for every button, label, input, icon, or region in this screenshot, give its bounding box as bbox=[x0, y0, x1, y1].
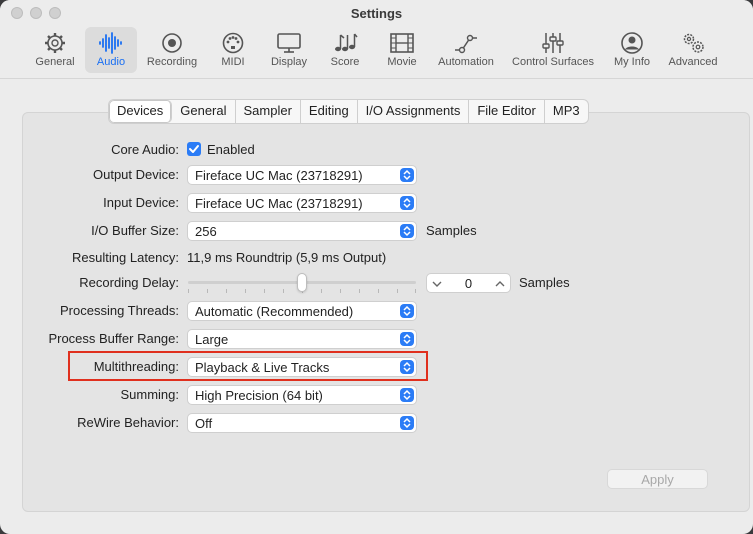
chevron-updown-icon bbox=[400, 388, 414, 402]
process-buffer-range-label: Process Buffer Range: bbox=[48, 331, 179, 346]
toolbar-recording[interactable]: Recording bbox=[141, 27, 203, 73]
resulting-latency-label: Resulting Latency: bbox=[72, 250, 179, 265]
recording-delay-stepper[interactable]: 0 bbox=[426, 273, 511, 293]
recording-delay-unit: Samples bbox=[519, 275, 570, 290]
tab-io-assignments[interactable]: I/O Assignments bbox=[358, 100, 470, 123]
toolbar-score[interactable]: Score bbox=[322, 27, 368, 73]
process-buffer-range-select[interactable]: Large bbox=[187, 329, 417, 349]
slider-tick bbox=[226, 289, 227, 293]
output-device-select[interactable]: Fireface UC Mac (23718291) bbox=[187, 165, 417, 185]
toolbar-advanced-label: Advanced bbox=[668, 56, 718, 68]
toolbar-display[interactable]: Display bbox=[264, 27, 314, 73]
toolbar-midi-label: MIDI bbox=[221, 56, 245, 68]
toolbar-audio-label: Audio bbox=[96, 56, 126, 68]
waveform-icon bbox=[98, 31, 124, 55]
chevron-updown-icon bbox=[400, 332, 414, 346]
tab-file-editor[interactable]: File Editor bbox=[469, 100, 545, 123]
process-buffer-range-value: Large bbox=[195, 332, 229, 347]
chevron-updown-icon bbox=[400, 304, 414, 318]
processing-threads-value: Automatic (Recommended) bbox=[195, 304, 354, 319]
io-buffer-size-label: I/O Buffer Size: bbox=[91, 223, 179, 238]
toolbar-general-label: General bbox=[35, 56, 75, 68]
toolbar-advanced[interactable]: Advanced bbox=[664, 27, 722, 73]
midi-port-icon bbox=[220, 31, 246, 55]
toolbar-automation-label: Automation bbox=[438, 56, 494, 68]
slider-tick bbox=[207, 289, 208, 293]
recording-delay-slider-knob[interactable] bbox=[297, 273, 307, 292]
chevron-up-icon[interactable] bbox=[494, 277, 506, 289]
core-audio-value: Enabled bbox=[207, 142, 255, 157]
slider-tick bbox=[397, 289, 398, 293]
output-device-value: Fireface UC Mac (23718291) bbox=[195, 168, 363, 183]
toolbar-score-label: Score bbox=[330, 56, 360, 68]
core-audio-label: Core Audio: bbox=[111, 142, 179, 157]
settings-tabs: Devices General Sampler Editing I/O Assi… bbox=[108, 99, 589, 124]
input-device-label: Input Device: bbox=[103, 195, 179, 210]
input-device-value: Fireface UC Mac (23718291) bbox=[195, 196, 363, 211]
toolbar-automation[interactable]: Automation bbox=[433, 27, 499, 73]
tab-editing[interactable]: Editing bbox=[301, 100, 358, 123]
slider-tick bbox=[188, 289, 189, 293]
slider-tick bbox=[340, 289, 341, 293]
person-icon bbox=[619, 31, 645, 55]
recording-delay-label: Recording Delay: bbox=[79, 275, 179, 290]
processing-threads-select[interactable]: Automatic (Recommended) bbox=[187, 301, 417, 321]
gears-icon bbox=[680, 31, 706, 55]
tab-mp3[interactable]: MP3 bbox=[545, 100, 588, 123]
toolbar-general[interactable]: General bbox=[29, 27, 81, 73]
summing-label: Summing: bbox=[120, 387, 179, 402]
io-buffer-size-unit: Samples bbox=[426, 223, 477, 238]
multithreading-highlight-box bbox=[68, 351, 428, 381]
slider-tick bbox=[245, 289, 246, 293]
toolbar-control-surfaces-label: Control Surfaces bbox=[512, 56, 594, 68]
tab-sampler[interactable]: Sampler bbox=[236, 100, 301, 123]
toolbar-control-surfaces[interactable]: Control Surfaces bbox=[507, 27, 599, 73]
core-audio-checkbox[interactable] bbox=[187, 142, 201, 156]
toolbar-audio[interactable]: Audio bbox=[85, 27, 137, 73]
settings-window: Settings General Audio Recording MIDI Di… bbox=[0, 0, 753, 534]
chevron-updown-icon bbox=[400, 416, 414, 430]
rewire-behavior-label: ReWire Behavior: bbox=[77, 415, 179, 430]
output-device-label: Output Device: bbox=[93, 167, 179, 182]
music-notes-icon bbox=[332, 31, 358, 55]
tab-devices[interactable]: Devices bbox=[109, 100, 173, 123]
toolbar-my-info-label: My Info bbox=[613, 56, 651, 68]
slider-tick bbox=[378, 289, 379, 293]
input-device-select[interactable]: Fireface UC Mac (23718291) bbox=[187, 193, 417, 213]
toolbar-display-label: Display bbox=[270, 56, 308, 68]
toolbar-movie[interactable]: Movie bbox=[378, 27, 426, 73]
automation-curve-icon bbox=[453, 31, 479, 55]
window-title: Settings bbox=[350, 6, 403, 21]
record-icon bbox=[159, 31, 185, 55]
tab-general[interactable]: General bbox=[172, 100, 236, 123]
checkmark-icon bbox=[189, 145, 199, 153]
chevron-updown-icon bbox=[400, 168, 414, 182]
toolbar-my-info[interactable]: My Info bbox=[608, 27, 656, 73]
resulting-latency-value: 11,9 ms Roundtrip (5,9 ms Output) bbox=[187, 250, 387, 265]
io-buffer-size-select[interactable]: 256 bbox=[187, 221, 417, 241]
io-buffer-size-value: 256 bbox=[195, 224, 217, 239]
slider-tick bbox=[321, 289, 322, 293]
slider-tick bbox=[264, 289, 265, 293]
apply-button[interactable]: Apply bbox=[607, 469, 708, 489]
toolbar-movie-label: Movie bbox=[387, 56, 417, 68]
processing-threads-label: Processing Threads: bbox=[60, 303, 179, 318]
title-bar: Settings General Audio Recording MIDI Di… bbox=[0, 0, 753, 79]
rewire-behavior-value: Off bbox=[195, 416, 213, 431]
gear-icon bbox=[42, 31, 68, 55]
chevron-updown-icon bbox=[400, 224, 414, 238]
film-icon bbox=[389, 31, 415, 55]
chevron-updown-icon bbox=[400, 196, 414, 210]
slider-tick bbox=[359, 289, 360, 293]
toolbar-midi[interactable]: MIDI bbox=[210, 27, 256, 73]
faders-icon bbox=[540, 31, 566, 55]
rewire-behavior-select[interactable]: Off bbox=[187, 413, 417, 433]
slider-tick bbox=[283, 289, 284, 293]
summing-value: High Precision (64 bit) bbox=[195, 388, 323, 403]
summing-select[interactable]: High Precision (64 bit) bbox=[187, 385, 417, 405]
display-icon bbox=[276, 31, 302, 55]
toolbar-recording-label: Recording bbox=[146, 56, 198, 68]
slider-tick bbox=[415, 289, 416, 293]
